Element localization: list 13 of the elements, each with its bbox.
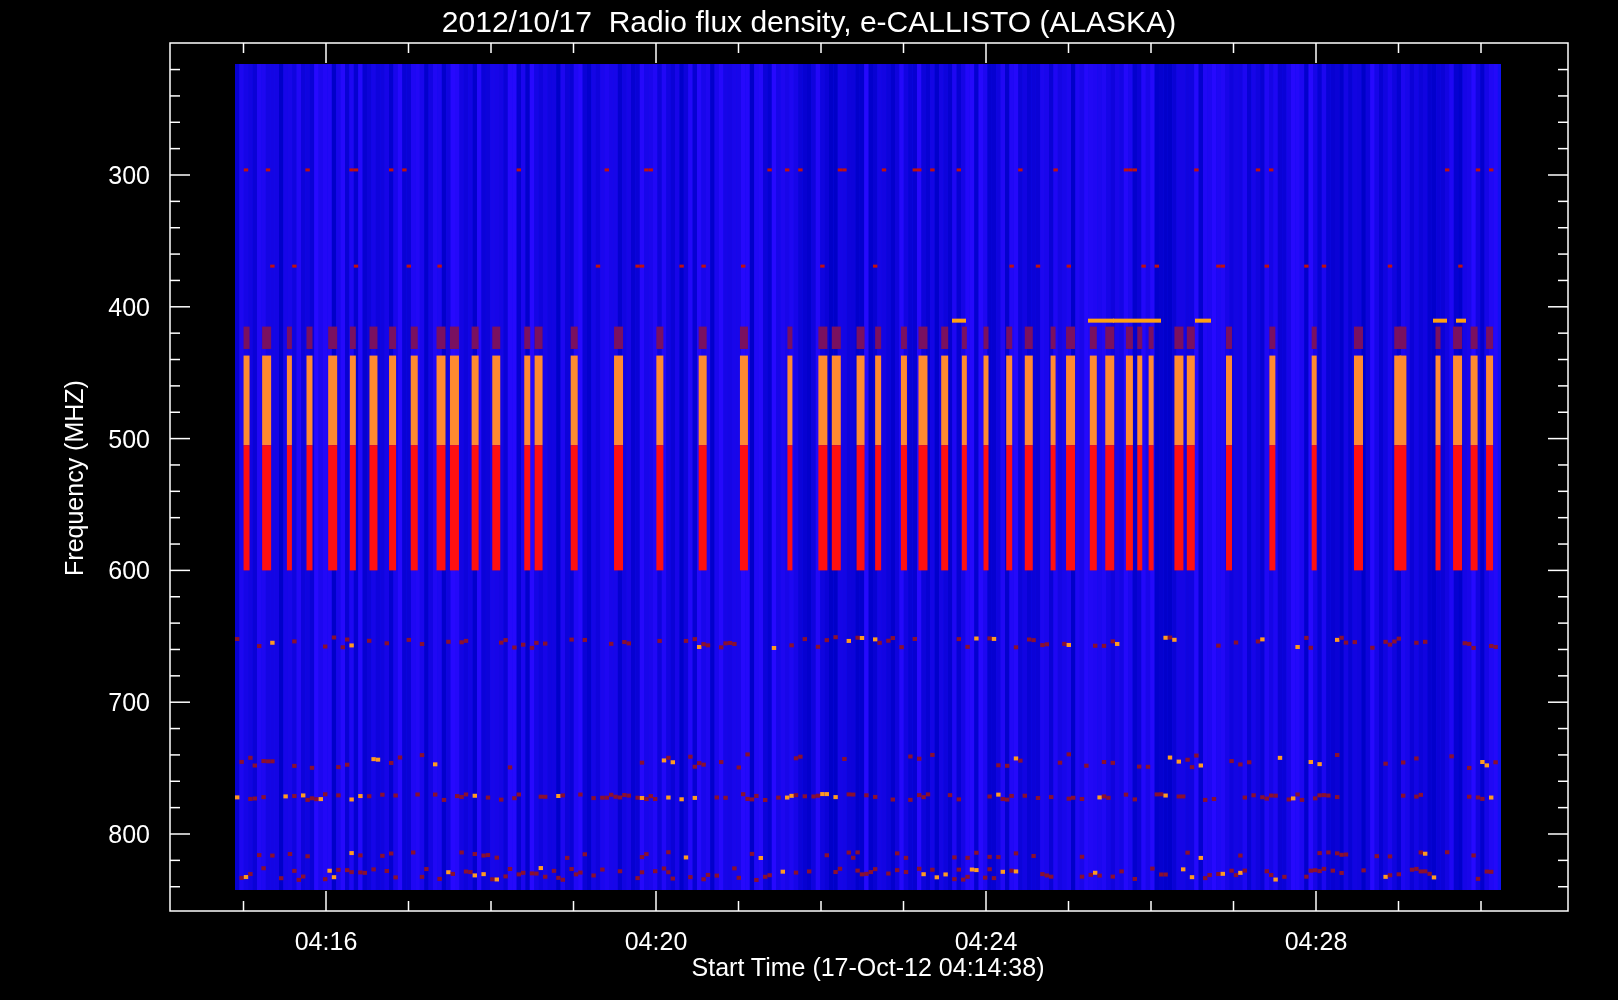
- y-tick-label: 800: [108, 820, 150, 848]
- x-tick-label: 04:24: [954, 927, 1018, 955]
- y-tick-label: 500: [108, 424, 150, 453]
- x-tick-label: 04:28: [1284, 927, 1348, 955]
- chart-title: 2012/10/17 Radio flux density, e-CALLISTO (ALASKA): [441, 5, 1177, 38]
- y-axis-label: Frequency (MHZ): [60, 380, 88, 576]
- y-tick-label: 700: [108, 688, 150, 717]
- x-axis-label: Start Time (17-Oct-12 04:14:38): [691, 953, 1045, 981]
- x-tick-label: 04:20: [624, 927, 688, 955]
- y-tick-label: 600: [108, 556, 150, 585]
- y-tick-label: 400: [108, 292, 150, 321]
- y-tick-label: 300: [108, 161, 150, 189]
- x-tick-label: 04:16: [294, 927, 358, 955]
